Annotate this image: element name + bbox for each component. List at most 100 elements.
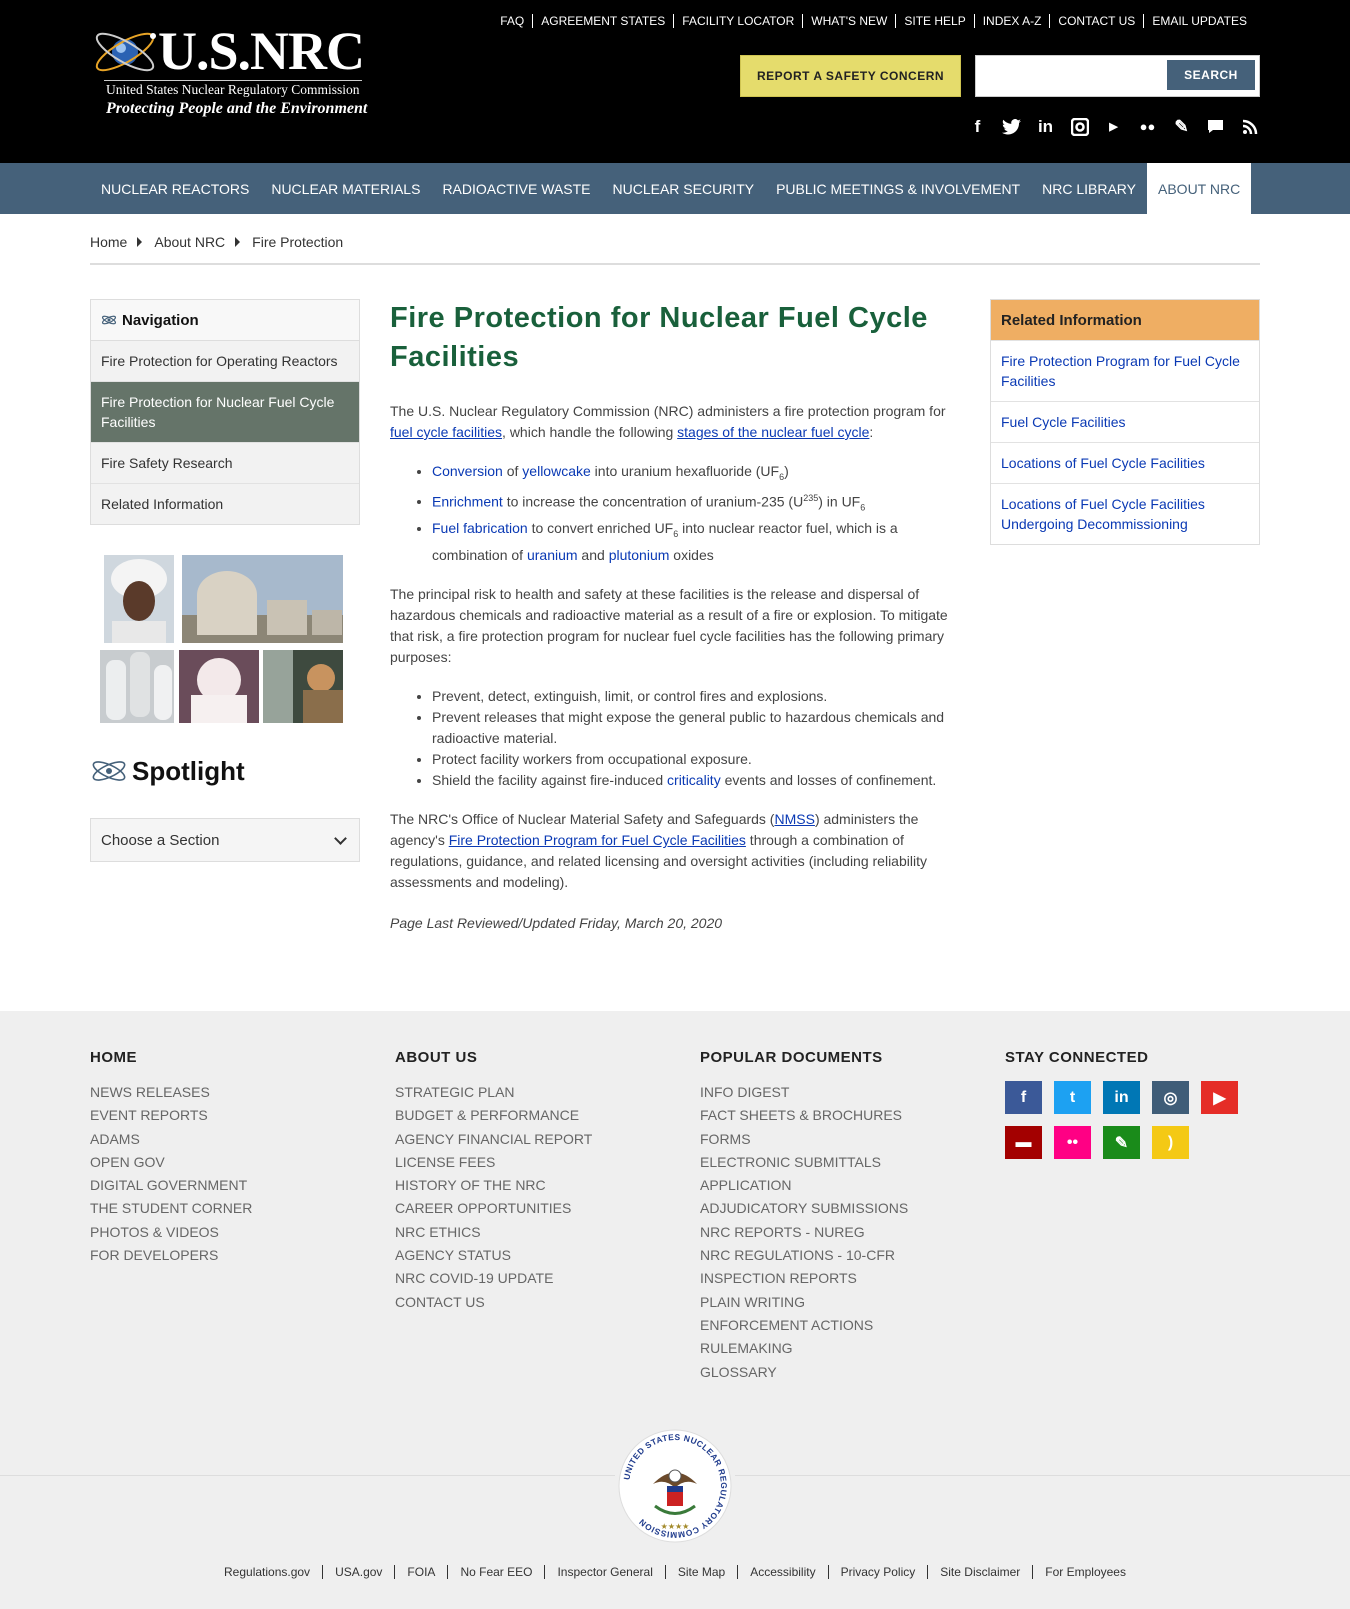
search-input[interactable] — [980, 60, 1160, 92]
nav-nuclear-materials[interactable]: NUCLEAR MATERIALS — [260, 163, 431, 214]
sidebar-item-related-information[interactable]: Related Information — [91, 484, 359, 524]
rss-icon[interactable] — [1239, 116, 1260, 137]
yellowcake-link[interactable]: yellowcake — [522, 463, 590, 479]
footer-bottom-link[interactable]: No Fear EEO — [447, 1565, 544, 1579]
nav-about-nrc[interactable]: ABOUT NRC — [1147, 163, 1252, 214]
sidebar-item-operating-reactors[interactable]: Fire Protection for Operating Reactors — [91, 341, 359, 382]
footer-link[interactable]: EVENT REPORTS — [90, 1104, 252, 1127]
uranium-link[interactable]: uranium — [527, 547, 578, 563]
footer-bottom-link[interactable]: Regulations.gov — [212, 1565, 322, 1579]
choose-section-dropdown[interactable]: Choose a Section — [90, 818, 360, 862]
youtube-icon[interactable]: ▶ — [1201, 1081, 1238, 1114]
nrc-logo[interactable]: U.S.NRC United States Nuclear Regulatory… — [90, 18, 367, 123]
footer-link[interactable]: OPEN GOV — [90, 1151, 252, 1174]
linkedin-icon[interactable]: in — [1035, 116, 1056, 137]
related-link-fire-protection-program[interactable]: Fire Protection Program for Fuel Cycle F… — [1001, 353, 1240, 389]
footer-bottom-link[interactable]: Site Map — [664, 1565, 737, 1579]
utility-link-contact-us[interactable]: CONTACT US — [1049, 14, 1143, 28]
utility-link-faq[interactable]: FAQ — [492, 14, 532, 28]
footer-heading[interactable]: POPULAR DOCUMENTS — [700, 1049, 908, 1066]
fire-protection-program-link[interactable]: Fire Protection Program for Fuel Cycle F… — [449, 832, 746, 848]
report-safety-concern-button[interactable]: REPORT A SAFETY CONCERN — [740, 55, 961, 97]
flickr-icon[interactable]: •• — [1054, 1126, 1091, 1159]
footer-link[interactable]: NRC ETHICS — [395, 1221, 592, 1244]
utility-link-facility-locator[interactable]: FACILITY LOCATOR — [673, 14, 802, 28]
twitter-icon[interactable] — [1001, 116, 1022, 137]
footer-link[interactable]: BUDGET & PERFORMANCE — [395, 1104, 592, 1127]
footer-link[interactable]: CONTACT US — [395, 1291, 592, 1314]
footer-bottom-link[interactable]: Site Disclaimer — [927, 1565, 1032, 1579]
nav-radioactive-waste[interactable]: RADIOACTIVE WASTE — [431, 163, 601, 214]
footer-link[interactable]: NRC COVID-19 UPDATE — [395, 1267, 592, 1290]
nav-nuclear-security[interactable]: NUCLEAR SECURITY — [602, 163, 766, 214]
footer-link[interactable]: ENFORCEMENT ACTIONS — [700, 1314, 908, 1337]
plutonium-link[interactable]: plutonium — [609, 547, 670, 563]
footer-link[interactable]: THE STUDENT CORNER — [90, 1197, 252, 1220]
breadcrumb-home[interactable]: Home — [90, 234, 127, 250]
footer-link[interactable]: STRATEGIC PLAN — [395, 1081, 592, 1104]
blog-icon[interactable]: ✎ — [1103, 1126, 1140, 1159]
footer-link[interactable]: FOR DEVELOPERS — [90, 1244, 252, 1267]
footer-bottom-link[interactable]: USA.gov — [322, 1565, 394, 1579]
utility-link-whats-new[interactable]: WHAT'S NEW — [802, 14, 895, 28]
fuel-cycle-facilities-link[interactable]: fuel cycle facilities — [390, 424, 502, 440]
search-button[interactable]: SEARCH — [1167, 60, 1255, 90]
nav-nrc-library[interactable]: NRC LIBRARY — [1031, 163, 1147, 214]
footer-link[interactable]: ADAMS — [90, 1128, 252, 1151]
instagram-icon[interactable]: ◎ — [1152, 1081, 1189, 1114]
footer-link[interactable]: GLOSSARY — [700, 1361, 908, 1384]
footer-bottom-link[interactable]: Accessibility — [737, 1565, 827, 1579]
utility-link-site-help[interactable]: SITE HELP — [895, 14, 973, 28]
nav-public-meetings[interactable]: PUBLIC MEETINGS & INVOLVEMENT — [765, 163, 1031, 214]
rss-icon[interactable]: ) — [1152, 1126, 1189, 1159]
utility-link-agreement-states[interactable]: AGREEMENT STATES — [532, 14, 673, 28]
footer-link[interactable]: RULEMAKING — [700, 1337, 908, 1360]
footer-link[interactable]: CAREER OPPORTUNITIES — [395, 1197, 592, 1220]
comment-icon[interactable] — [1205, 116, 1226, 137]
footer-link[interactable]: ADJUDICATORY SUBMISSIONS — [700, 1197, 908, 1220]
footer-link[interactable]: INSPECTION REPORTS — [700, 1267, 908, 1290]
utility-link-index[interactable]: INDEX A-Z — [973, 14, 1050, 28]
facebook-icon[interactable]: f — [1005, 1081, 1042, 1114]
criticality-link[interactable]: criticality — [667, 772, 721, 788]
related-link-fuel-cycle-facilities[interactable]: Fuel Cycle Facilities — [1001, 414, 1125, 430]
footer-link[interactable]: HISTORY OF THE NRC — [395, 1174, 592, 1197]
footer-link[interactable]: LICENSE FEES — [395, 1151, 592, 1174]
nmss-link[interactable]: NMSS — [774, 811, 814, 827]
footer-link[interactable]: APPLICATION — [700, 1174, 908, 1197]
fuel-fabrication-link[interactable]: Fuel fabrication — [432, 520, 528, 536]
footer-link[interactable]: NRC REGULATIONS - 10-CFR — [700, 1244, 908, 1267]
footer-link[interactable]: AGENCY STATUS — [395, 1244, 592, 1267]
footer-link[interactable]: ELECTRONIC SUBMITTALS — [700, 1151, 908, 1174]
facebook-icon[interactable]: f — [967, 116, 988, 137]
nav-nuclear-reactors[interactable]: NUCLEAR REACTORS — [90, 163, 260, 214]
sidebar-item-fire-safety-research[interactable]: Fire Safety Research — [91, 443, 359, 484]
footer-link[interactable]: FACT SHEETS & BROCHURES — [700, 1104, 908, 1127]
footer-bottom-link[interactable]: Privacy Policy — [827, 1565, 928, 1579]
youtube-icon[interactable]: ▶ — [1103, 116, 1124, 137]
flickr-icon[interactable]: ●● — [1137, 116, 1158, 137]
instagram-icon[interactable] — [1069, 116, 1090, 137]
footer-bottom-link[interactable]: Inspector General — [544, 1565, 664, 1579]
footer-bottom-link[interactable]: For Employees — [1032, 1565, 1138, 1579]
footer-link[interactable]: PLAIN WRITING — [700, 1291, 908, 1314]
footer-link[interactable]: NRC REPORTS - NUREG — [700, 1221, 908, 1244]
footer-heading[interactable]: ABOUT US — [395, 1049, 592, 1066]
footer-link[interactable]: PHOTOS & VIDEOS — [90, 1221, 252, 1244]
footer-bottom-link[interactable]: FOIA — [394, 1565, 447, 1579]
footer-link[interactable]: INFO DIGEST — [700, 1081, 908, 1104]
enrichment-link[interactable]: Enrichment — [432, 493, 503, 509]
footer-link[interactable]: NEWS RELEASES — [90, 1081, 252, 1104]
footer-link[interactable]: AGENCY FINANCIAL REPORT — [395, 1128, 592, 1151]
footer-link[interactable]: DIGITAL GOVERNMENT — [90, 1174, 252, 1197]
sidebar-item-fuel-cycle-facilities[interactable]: Fire Protection for Nuclear Fuel Cycle F… — [91, 382, 359, 443]
comment-icon[interactable]: ▬ — [1005, 1126, 1042, 1159]
breadcrumb-about-nrc[interactable]: About NRC — [154, 234, 225, 250]
footer-heading[interactable]: HOME — [90, 1049, 252, 1066]
blog-icon[interactable]: ✎ — [1171, 116, 1192, 137]
related-link-decommissioning[interactable]: Locations of Fuel Cycle Facilities Under… — [1001, 496, 1205, 532]
twitter-icon[interactable]: t — [1054, 1081, 1091, 1114]
utility-link-email-updates[interactable]: EMAIL UPDATES — [1143, 14, 1255, 28]
fuel-cycle-stages-link[interactable]: stages of the nuclear fuel cycle — [677, 424, 869, 440]
conversion-link[interactable]: Conversion — [432, 463, 503, 479]
